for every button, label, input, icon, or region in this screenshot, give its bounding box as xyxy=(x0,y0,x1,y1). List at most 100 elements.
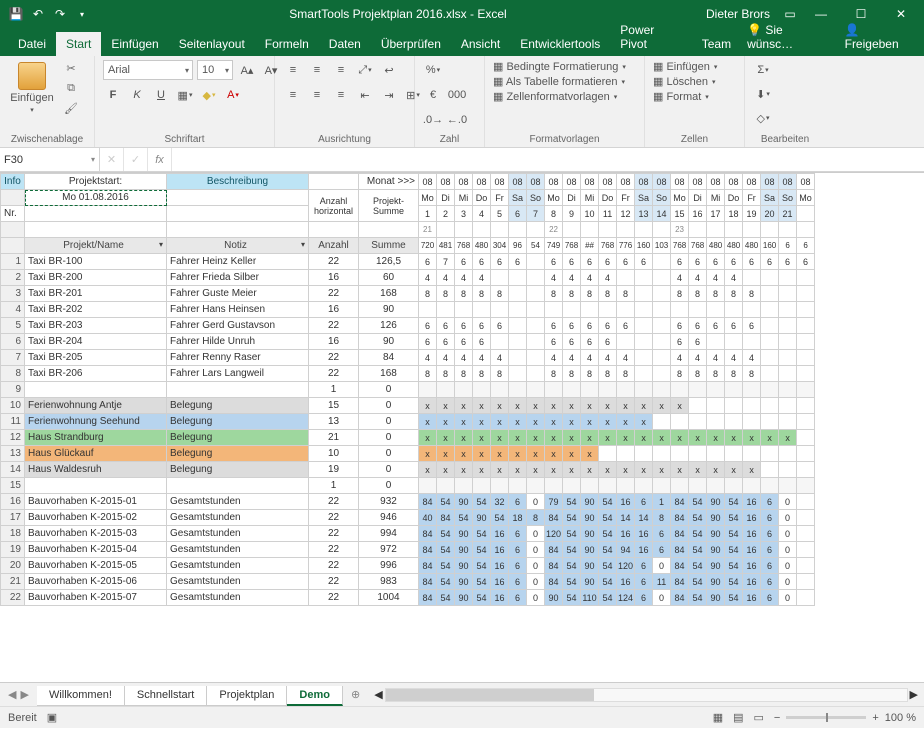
cell[interactable]: 16 xyxy=(617,526,635,542)
dec-decimal-icon[interactable]: ←.0 xyxy=(447,110,467,130)
cell[interactable]: 54 xyxy=(599,494,617,510)
cell[interactable]: x xyxy=(599,398,617,414)
cell[interactable]: 54 xyxy=(563,558,581,574)
cell[interactable] xyxy=(509,382,527,398)
zoom-slider[interactable] xyxy=(786,716,866,719)
cell[interactable]: 54 xyxy=(437,526,455,542)
cell[interactable]: 90 xyxy=(707,510,725,526)
cell[interactable]: x xyxy=(437,430,455,446)
cell[interactable]: 54 xyxy=(599,542,617,558)
cell[interactable]: 6 xyxy=(617,254,635,270)
cell[interactable]: 90 xyxy=(707,590,725,606)
cell[interactable]: x xyxy=(473,398,491,414)
cell[interactable]: x xyxy=(743,462,761,478)
cell[interactable]: 16 xyxy=(743,558,761,574)
cell[interactable] xyxy=(635,302,653,318)
cell[interactable] xyxy=(653,302,671,318)
cell[interactable] xyxy=(563,222,581,238)
cell[interactable]: 4 xyxy=(473,350,491,366)
cell[interactable] xyxy=(527,254,545,270)
cell[interactable] xyxy=(707,222,725,238)
cell[interactable]: Taxi BR-100 xyxy=(25,254,167,270)
cell[interactable]: 12 xyxy=(617,206,635,222)
undo-icon[interactable]: ↶ xyxy=(30,6,46,22)
cell[interactable]: 19 xyxy=(1,542,25,558)
cell[interactable]: 8 xyxy=(563,366,581,382)
cell[interactable]: 11 xyxy=(653,574,671,590)
cell[interactable]: 6 xyxy=(761,494,779,510)
cell[interactable]: 4 xyxy=(671,350,689,366)
cell[interactable]: 5 xyxy=(491,206,509,222)
cell[interactable]: 6 xyxy=(491,318,509,334)
cell[interactable]: 5 xyxy=(1,318,25,334)
font-color-button[interactable]: A xyxy=(223,85,243,105)
cell[interactable]: 16 xyxy=(743,590,761,606)
cell[interactable]: 4 xyxy=(599,270,617,286)
cell[interactable] xyxy=(743,302,761,318)
cell[interactable]: 08 xyxy=(797,174,815,190)
cell[interactable]: 4 xyxy=(545,350,563,366)
cell[interactable]: x xyxy=(527,430,545,446)
cell[interactable]: 90 xyxy=(581,510,599,526)
cell[interactable]: x xyxy=(581,430,599,446)
enter-fx-icon[interactable]: ✓ xyxy=(124,148,148,171)
cell[interactable] xyxy=(725,478,743,494)
cell[interactable] xyxy=(671,478,689,494)
cell[interactable]: x xyxy=(473,430,491,446)
cell[interactable]: 18 xyxy=(1,526,25,542)
cell[interactable] xyxy=(419,302,437,318)
cell[interactable]: 6 xyxy=(581,318,599,334)
cell[interactable]: 19 xyxy=(309,462,359,478)
cell[interactable]: 8 xyxy=(707,286,725,302)
cell[interactable]: 16 xyxy=(491,590,509,606)
cell[interactable]: 6 xyxy=(635,574,653,590)
cell[interactable]: 0 xyxy=(527,526,545,542)
cell[interactable]: 9 xyxy=(1,382,25,398)
cell[interactable] xyxy=(797,494,815,510)
cell[interactable] xyxy=(653,350,671,366)
autosum-icon[interactable]: Σ xyxy=(753,60,773,80)
copy-icon[interactable]: ⧉ xyxy=(62,80,80,96)
cell[interactable]: 54 xyxy=(725,574,743,590)
cell[interactable] xyxy=(797,302,815,318)
cell[interactable]: 84 xyxy=(437,510,455,526)
cell[interactable]: 4 xyxy=(455,350,473,366)
cell[interactable]: Mo xyxy=(797,190,815,206)
cell[interactable]: x xyxy=(455,414,473,430)
cell[interactable]: 08 xyxy=(725,174,743,190)
cell[interactable]: x xyxy=(599,462,617,478)
cell[interactable]: 6 xyxy=(671,318,689,334)
cell[interactable]: 54 xyxy=(563,526,581,542)
cell[interactable] xyxy=(167,190,309,206)
cell[interactable]: 6 xyxy=(761,574,779,590)
cell[interactable]: 9 xyxy=(563,206,581,222)
cell[interactable]: 4 xyxy=(1,302,25,318)
cell[interactable]: 54 xyxy=(689,558,707,574)
cell[interactable]: 22 xyxy=(309,366,359,382)
cell[interactable] xyxy=(527,334,545,350)
cell[interactable] xyxy=(797,574,815,590)
cell[interactable] xyxy=(671,446,689,462)
cell[interactable]: 08 xyxy=(581,174,599,190)
cut-icon[interactable]: ✂ xyxy=(62,60,80,76)
cell[interactable]: 6 xyxy=(419,254,437,270)
cell[interactable]: Taxi BR-204 xyxy=(25,334,167,350)
cell[interactable] xyxy=(635,286,653,302)
cell[interactable] xyxy=(725,446,743,462)
cell[interactable]: 22 xyxy=(309,574,359,590)
cell[interactable]: 54 xyxy=(725,542,743,558)
cell[interactable] xyxy=(797,334,815,350)
cell[interactable]: x xyxy=(527,414,545,430)
cell[interactable]: 8 xyxy=(473,366,491,382)
cell[interactable]: 54 xyxy=(599,526,617,542)
cell[interactable]: x xyxy=(671,462,689,478)
cell[interactable]: 16 xyxy=(491,526,509,542)
cell[interactable]: x xyxy=(437,414,455,430)
wrap-text-icon[interactable]: ↩ xyxy=(379,60,399,80)
cell[interactable] xyxy=(743,398,761,414)
cell[interactable]: 946 xyxy=(359,510,419,526)
cell[interactable] xyxy=(743,414,761,430)
cell[interactable]: Sa xyxy=(635,190,653,206)
cell[interactable]: Fahrer Heinz Keller xyxy=(167,254,309,270)
cell[interactable]: Mo 01.08.2016 xyxy=(25,190,167,206)
